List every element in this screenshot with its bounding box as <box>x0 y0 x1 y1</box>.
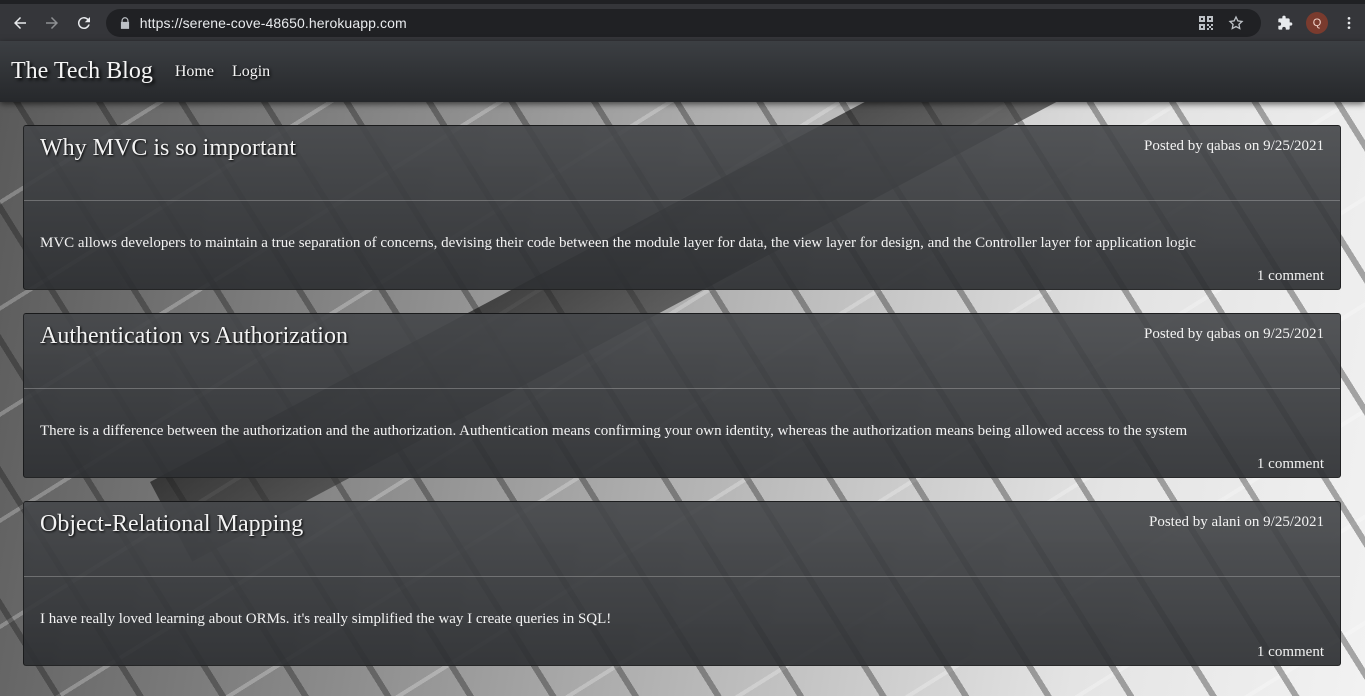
avatar: Q <box>1306 11 1328 34</box>
post-comments-link[interactable]: 1 comment <box>1257 644 1324 661</box>
browser-menu-button[interactable] <box>1333 7 1365 39</box>
back-icon <box>13 16 26 29</box>
site-header: The Tech Blog Home Login <box>0 41 1365 102</box>
post-comments-link[interactable]: 1 comment <box>1257 456 1324 473</box>
post-title[interactable]: Object-Relational Mapping <box>40 511 303 538</box>
post-card: Object-Relational Mapping Posted by alan… <box>23 501 1341 666</box>
post-list: Why MVC is so important Posted by qabas … <box>23 125 1341 689</box>
forward-icon <box>45 16 58 29</box>
extensions-icon <box>1278 15 1293 30</box>
back-button[interactable] <box>4 7 36 39</box>
browser-toolbar: https://serene-cove-48650.herokuapp.com … <box>0 0 1365 41</box>
post-body: MVC allows developers to maintain a true… <box>40 235 1196 251</box>
post-body: There is a difference between the author… <box>40 423 1188 439</box>
post-body: I have really loved learning about ORMs.… <box>40 611 612 627</box>
post-card: Authentication vs Authorization Posted b… <box>23 313 1341 478</box>
nav-login-link[interactable]: Login <box>232 63 270 80</box>
reload-button[interactable] <box>68 7 100 39</box>
post-header: Object-Relational Mapping Posted by alan… <box>24 502 1340 577</box>
star-icon <box>1228 14 1244 30</box>
menu-icon <box>1347 16 1351 29</box>
post-title[interactable]: Why MVC is so important <box>40 135 296 162</box>
address-bar[interactable]: https://serene-cove-48650.herokuapp.com <box>105 8 1261 37</box>
qr-code-icon <box>1199 15 1213 30</box>
post-meta: Posted by alani on 9/25/2021 <box>1149 514 1324 530</box>
extensions-button[interactable] <box>1269 7 1301 39</box>
site-title[interactable]: The Tech Blog <box>11 58 153 85</box>
lock-icon <box>120 16 129 29</box>
url-text[interactable]: https://serene-cove-48650.herokuapp.com <box>140 15 1191 31</box>
post-card: Why MVC is so important Posted by qabas … <box>23 125 1341 290</box>
site-nav: Home Login <box>175 63 284 81</box>
post-header: Why MVC is so important Posted by qabas … <box>24 126 1340 201</box>
post-comments-link[interactable]: 1 comment <box>1257 268 1324 285</box>
qr-code-button[interactable] <box>1191 11 1221 35</box>
post-meta: Posted by qabas on 9/25/2021 <box>1144 326 1324 342</box>
profile-button[interactable]: Q <box>1301 7 1333 39</box>
forward-button[interactable] <box>36 7 68 39</box>
nav-home-link[interactable]: Home <box>175 63 214 80</box>
bookmark-star-button[interactable] <box>1221 11 1251 35</box>
reload-icon <box>77 16 90 29</box>
post-meta: Posted by qabas on 9/25/2021 <box>1144 138 1324 154</box>
post-header: Authentication vs Authorization Posted b… <box>24 314 1340 389</box>
post-title[interactable]: Authentication vs Authorization <box>40 323 348 350</box>
